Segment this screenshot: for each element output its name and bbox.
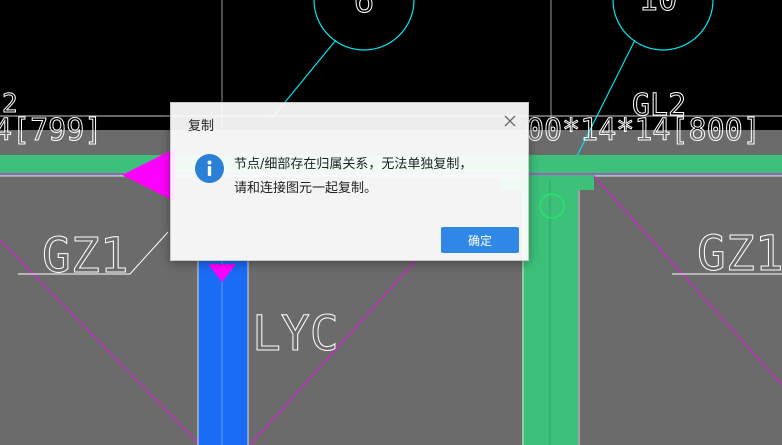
axis-bubble-label: 6	[354, 0, 374, 21]
dialog-message: 节点/细部存在归属关系，无法单独复制， 请和连接图元一起复制。	[234, 153, 514, 201]
info-icon	[195, 154, 224, 183]
message-line: 节点/细部存在归属关系，无法单独复制，	[234, 157, 473, 172]
wall-panel	[594, 176, 782, 190]
dialog-title: 复制	[188, 119, 215, 134]
message-line: 请和连接图元一起复制。	[234, 181, 378, 196]
ok-button[interactable]: 确定	[441, 227, 519, 253]
component-label: LYC	[252, 306, 339, 362]
cad-workspace[interactable]: 6 10 4[799] 2 00*14*14[800] GL2	[0, 0, 782, 445]
axis-bubble-label: 10	[639, 0, 678, 18]
column[interactable]	[198, 260, 248, 445]
copy-dialog: 复制 节点/细部存在归属关系，无法单独复制， 请和连接图元一起复制。 确定	[170, 102, 529, 261]
beam	[578, 176, 594, 190]
component-label: GZ1	[42, 228, 129, 284]
dimension-text: 2	[2, 89, 18, 119]
dimension-text: GL2	[632, 88, 686, 123]
close-icon[interactable]	[502, 113, 518, 129]
